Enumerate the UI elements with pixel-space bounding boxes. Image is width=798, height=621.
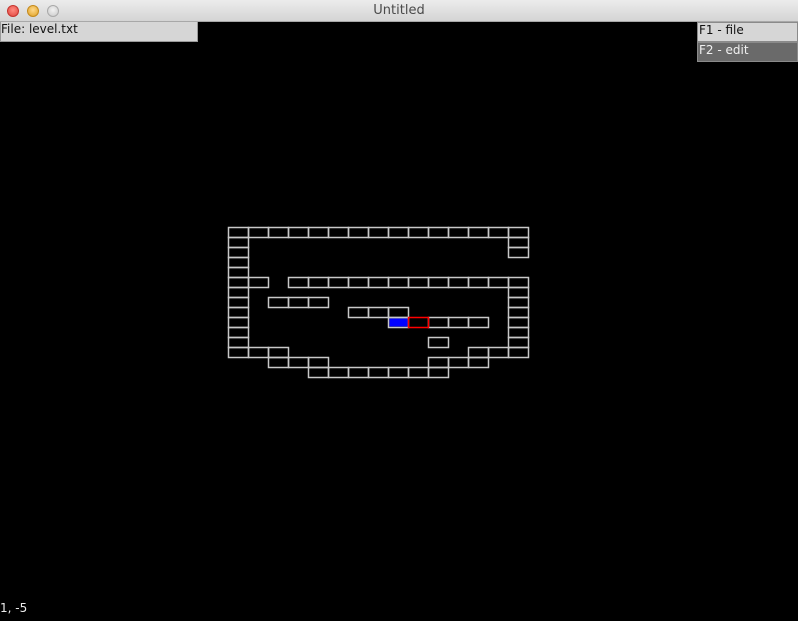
level-tile bbox=[287, 356, 310, 369]
level-tile bbox=[507, 346, 530, 359]
level-tile bbox=[507, 226, 530, 239]
level-tile bbox=[407, 276, 430, 289]
level-tile bbox=[287, 296, 310, 309]
level-tile bbox=[467, 346, 490, 359]
menu-item-edit[interactable]: F2 - edit bbox=[697, 42, 798, 62]
level-tile bbox=[227, 236, 250, 249]
mode-menu: F1 - file F2 - edit bbox=[697, 22, 798, 62]
level-tile bbox=[307, 356, 330, 369]
level-tile bbox=[447, 356, 470, 369]
level-tile bbox=[227, 336, 250, 349]
level-tile bbox=[327, 276, 350, 289]
level-tile bbox=[227, 306, 250, 319]
level-tile bbox=[507, 306, 530, 319]
level-tile bbox=[387, 226, 410, 239]
level-tile bbox=[427, 336, 450, 349]
level-tile bbox=[367, 306, 390, 319]
level-tile bbox=[427, 356, 450, 369]
level-tile bbox=[447, 226, 470, 239]
level-tile bbox=[267, 346, 290, 359]
level-tile bbox=[427, 316, 450, 329]
level-map[interactable] bbox=[0, 0, 798, 621]
level-tile bbox=[347, 226, 370, 239]
level-tile bbox=[227, 246, 250, 259]
player-tile bbox=[389, 318, 408, 327]
level-tile bbox=[267, 296, 290, 309]
level-tile bbox=[247, 276, 270, 289]
menu-item-file[interactable]: F1 - file bbox=[697, 22, 798, 42]
edit-cursor[interactable] bbox=[407, 316, 430, 329]
level-tile bbox=[227, 316, 250, 329]
level-tile bbox=[307, 226, 330, 239]
level-tile bbox=[467, 276, 490, 289]
level-tile bbox=[487, 226, 510, 239]
level-tile bbox=[387, 306, 410, 319]
level-tile bbox=[507, 336, 530, 349]
level-tile bbox=[287, 226, 310, 239]
level-tile bbox=[407, 366, 430, 379]
level-tile bbox=[367, 366, 390, 379]
level-tile bbox=[227, 326, 250, 339]
level-tile bbox=[467, 316, 490, 329]
level-tile bbox=[227, 256, 250, 269]
level-tile bbox=[487, 346, 510, 359]
level-tile bbox=[227, 226, 250, 239]
level-tile bbox=[247, 226, 270, 239]
level-tile bbox=[387, 276, 410, 289]
level-tile bbox=[227, 296, 250, 309]
level-tile bbox=[227, 346, 250, 359]
level-tile bbox=[327, 366, 350, 379]
level-tile bbox=[467, 356, 490, 369]
level-tile bbox=[487, 276, 510, 289]
level-tile bbox=[307, 296, 330, 309]
level-tile bbox=[227, 286, 250, 299]
level-tile bbox=[287, 276, 310, 289]
level-tile bbox=[227, 276, 250, 289]
level-tile bbox=[427, 226, 450, 239]
level-tile bbox=[507, 236, 530, 249]
level-tile bbox=[367, 276, 390, 289]
level-tile bbox=[267, 356, 290, 369]
level-tile bbox=[507, 326, 530, 339]
level-tile bbox=[507, 296, 530, 309]
level-tile bbox=[347, 276, 370, 289]
level-tile bbox=[347, 306, 370, 319]
level-tile bbox=[507, 276, 530, 289]
level-tile bbox=[347, 366, 370, 379]
level-tile bbox=[327, 226, 350, 239]
level-tile bbox=[447, 316, 470, 329]
level-tile bbox=[247, 346, 270, 359]
level-tile bbox=[367, 226, 390, 239]
level-tile bbox=[387, 366, 410, 379]
level-tile bbox=[507, 286, 530, 299]
level-tile bbox=[467, 226, 490, 239]
level-tile bbox=[507, 246, 530, 259]
level-tile bbox=[427, 366, 450, 379]
level-tile bbox=[447, 276, 470, 289]
level-tile bbox=[267, 226, 290, 239]
level-tile bbox=[507, 316, 530, 329]
level-tile bbox=[307, 276, 330, 289]
level-tile bbox=[307, 366, 330, 379]
level-tile bbox=[407, 226, 430, 239]
level-tile bbox=[227, 266, 250, 279]
cursor-coordinates: 1, -5 bbox=[0, 601, 28, 615]
file-name-label: File: level.txt bbox=[0, 22, 198, 42]
level-tile bbox=[427, 276, 450, 289]
